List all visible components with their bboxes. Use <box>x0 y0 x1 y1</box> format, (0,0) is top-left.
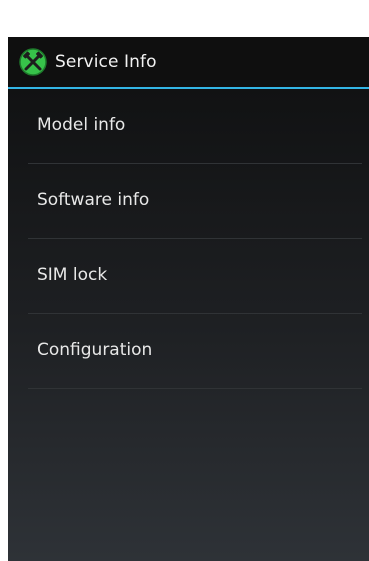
menu-item-configuration[interactable]: Configuration <box>28 314 362 389</box>
status-bar <box>8 8 369 37</box>
page-title: Service Info <box>55 52 157 72</box>
action-bar: Service Info <box>8 37 369 89</box>
crossed-tools-icon[interactable] <box>18 47 48 77</box>
menu-item-sim-lock[interactable]: SIM lock <box>28 239 362 314</box>
menu-item-software-info[interactable]: Software info <box>28 164 362 239</box>
menu-item-label: Configuration <box>37 340 153 360</box>
device-screen: Service Info Model info Software info SI… <box>8 8 369 561</box>
menu-item-model-info[interactable]: Model info <box>28 89 362 164</box>
menu-content: Model info Software info SIM lock Config… <box>8 89 369 561</box>
menu-list: Model info Software info SIM lock Config… <box>8 89 369 389</box>
menu-item-label: Model info <box>37 115 126 135</box>
menu-item-label: SIM lock <box>37 265 108 285</box>
menu-item-label: Software info <box>37 190 150 210</box>
screenshot-frame: Service Info Model info Software info SI… <box>0 0 369 561</box>
